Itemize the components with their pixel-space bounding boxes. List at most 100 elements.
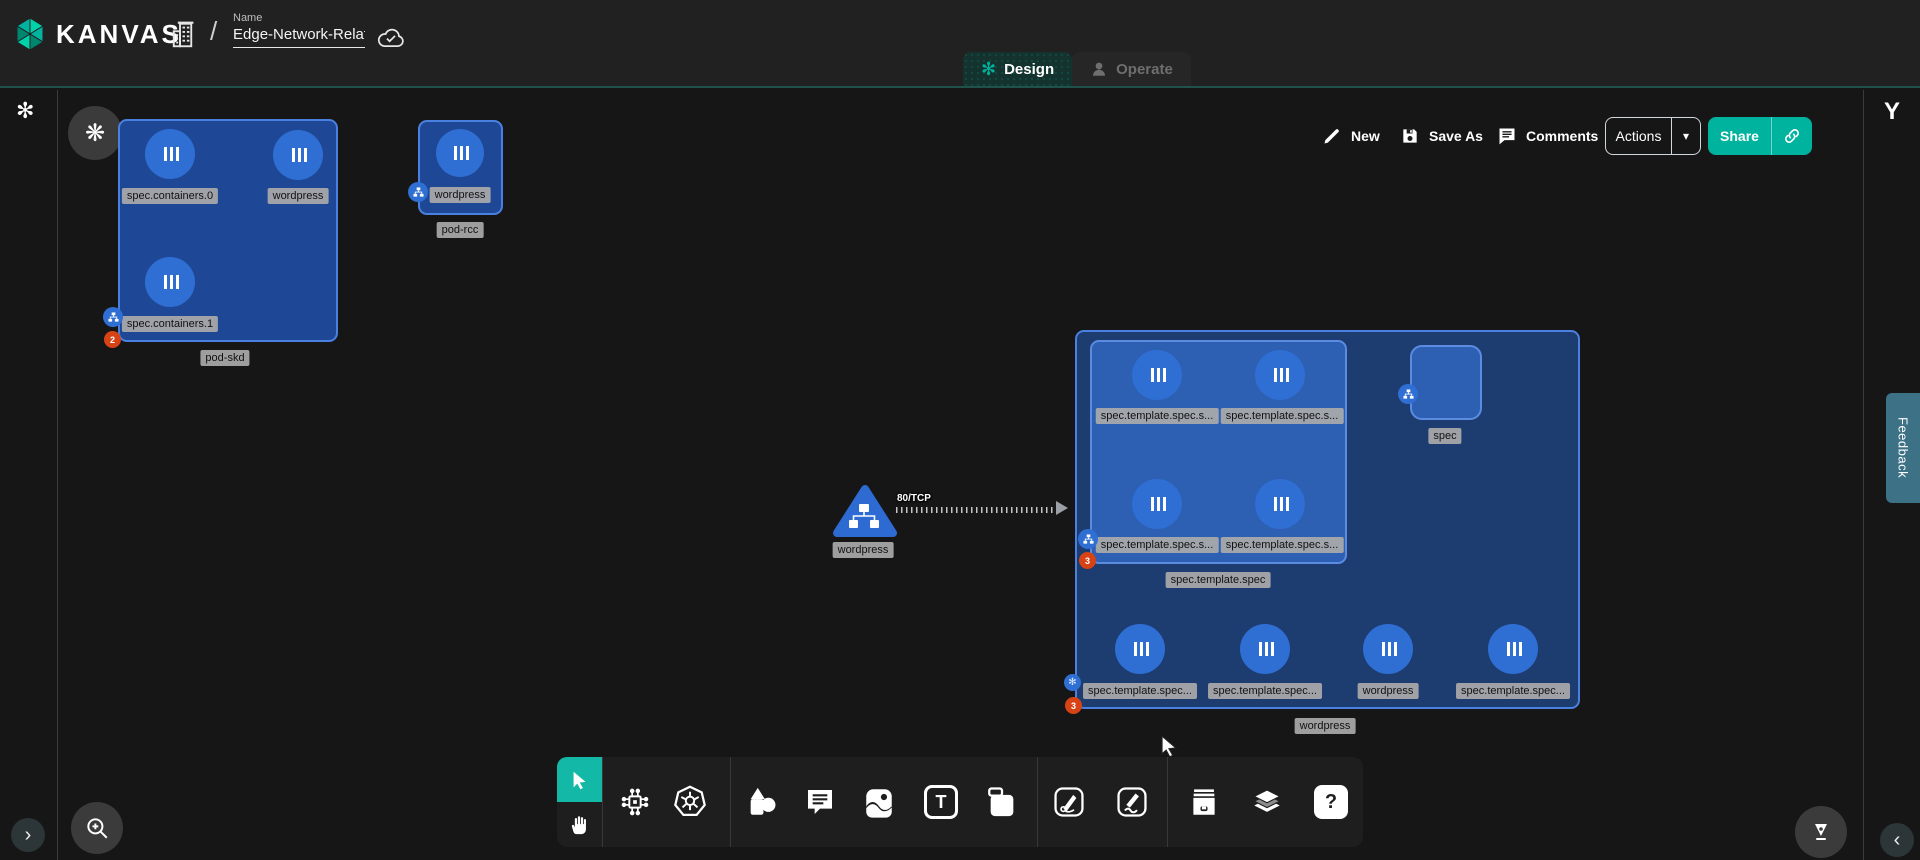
- group-label-spec-template-spec: spec.template.spec: [1166, 572, 1271, 588]
- pencil-scribble-icon: [1115, 785, 1149, 819]
- node-bottom-container-3[interactable]: [1488, 624, 1538, 674]
- node-container-spec-containers-1[interactable]: [145, 257, 195, 307]
- pencil-icon: [1322, 126, 1342, 146]
- node-container-wordpress-1[interactable]: [273, 130, 323, 180]
- layer-flow-icon[interactable]: Y: [1884, 98, 1900, 126]
- feedback-tab[interactable]: Feedback: [1886, 393, 1920, 503]
- left-panel-divider: [57, 90, 58, 860]
- link-icon: [1782, 126, 1802, 146]
- save-as-button[interactable]: Save As: [1400, 117, 1483, 155]
- relationship-badge[interactable]: [1398, 384, 1418, 404]
- workspace-icon[interactable]: [170, 20, 200, 50]
- pan-tool-button[interactable]: [557, 802, 602, 847]
- container-icon: [157, 272, 184, 292]
- name-field-label: Name: [233, 12, 365, 24]
- help-tool-button[interactable]: ?: [1309, 780, 1353, 824]
- expand-right-panel-button[interactable]: ‹: [1880, 823, 1914, 857]
- new-button[interactable]: New: [1322, 117, 1380, 155]
- node-container-spec-containers-0[interactable]: [145, 129, 195, 179]
- drawer-tool-button[interactable]: [1182, 780, 1226, 824]
- meshery-spiral-icon[interactable]: ✻: [16, 98, 34, 124]
- design-canvas[interactable]: ✻ Y ❋ › ‹ Feedback: [0, 90, 1920, 860]
- node-spec[interactable]: [1410, 345, 1482, 420]
- node-container-wordpress-rcc[interactable]: [436, 129, 484, 177]
- operate-tab-label: Operate: [1116, 61, 1173, 78]
- edge-service-to-deployment[interactable]: [896, 507, 1058, 513]
- shapes-tool-button[interactable]: [740, 780, 784, 824]
- group-spec-template-spec[interactable]: [1090, 340, 1347, 564]
- edge-arrowhead: [1056, 501, 1068, 515]
- error-count-badge[interactable]: 3: [1079, 552, 1096, 569]
- flower-icon: ❋: [85, 119, 105, 148]
- archive-drawer-icon: [1187, 785, 1221, 819]
- expand-left-panel-button[interactable]: ›: [11, 818, 45, 852]
- shapes-icon: [745, 785, 779, 819]
- node-label: wordpress: [268, 188, 329, 204]
- feedback-label: Feedback: [1896, 417, 1911, 478]
- chevron-left-icon: ‹: [1894, 829, 1901, 852]
- comments-button[interactable]: Comments: [1497, 117, 1598, 155]
- image-tool-button[interactable]: [857, 780, 901, 824]
- node-label: wordpress: [1358, 683, 1419, 699]
- relationship-badge[interactable]: [408, 182, 428, 202]
- node-bottom-container-0[interactable]: [1115, 624, 1165, 674]
- group-label-pod-skd: pod-skd: [200, 350, 249, 366]
- container-icon: [285, 145, 312, 165]
- tab-design[interactable]: ✻ Design: [963, 52, 1072, 86]
- node-template-container-1[interactable]: [1255, 350, 1305, 400]
- node-service-wordpress[interactable]: [832, 482, 898, 540]
- relationship-badge[interactable]: [103, 307, 123, 327]
- text-tool-button[interactable]: T: [919, 780, 963, 824]
- integrations-tool-button[interactable]: [613, 780, 657, 824]
- note-tool-button[interactable]: [980, 780, 1024, 824]
- node-label: spec.template.spec.s...: [1221, 537, 1344, 553]
- design-tab-label: Design: [1004, 61, 1054, 78]
- edge-pen-tool-button[interactable]: [1047, 780, 1091, 824]
- kanvas-logo[interactable]: KANVAS: [14, 16, 182, 52]
- tab-operate[interactable]: Operate: [1072, 52, 1191, 86]
- node-label: spec.template.spec...: [1208, 683, 1322, 699]
- freehand-draw-tool-button[interactable]: [1110, 780, 1154, 824]
- container-icon: [1144, 365, 1171, 385]
- relationship-badge[interactable]: [1078, 529, 1098, 549]
- select-tool-button[interactable]: [557, 757, 602, 802]
- node-bottom-container-1[interactable]: [1240, 624, 1290, 674]
- design-tab-icon: ✻: [981, 60, 996, 78]
- node-label: spec.template.spec...: [1083, 683, 1197, 699]
- hierarchy-icon: [413, 187, 424, 198]
- toolbar-divider: [1167, 757, 1168, 847]
- hierarchy-icon: [1083, 534, 1094, 545]
- node-bottom-container-wordpress[interactable]: [1363, 624, 1413, 674]
- kubernetes-tool-button[interactable]: [668, 780, 712, 824]
- pen-path-icon: [1052, 785, 1086, 819]
- layers-icon: [1250, 785, 1284, 819]
- kubernetes-flower-button[interactable]: ❋: [68, 106, 122, 160]
- actions-dropdown-button[interactable]: Actions ▾: [1605, 117, 1701, 155]
- copy-link-button[interactable]: [1772, 126, 1812, 146]
- node-template-container-3[interactable]: [1255, 479, 1305, 529]
- node-template-container-2[interactable]: [1132, 479, 1182, 529]
- chevron-right-icon: ›: [25, 824, 32, 847]
- comment-tool-button[interactable]: [798, 780, 842, 824]
- pen-mode-button[interactable]: [1795, 806, 1847, 858]
- magnifier-plus-icon: [84, 815, 110, 841]
- comment-icon: [1497, 126, 1517, 146]
- error-count-badge[interactable]: 3: [1065, 697, 1082, 714]
- mouse-cursor: [1158, 735, 1180, 759]
- actions-label: Actions: [1606, 128, 1671, 144]
- comments-label: Comments: [1526, 128, 1598, 144]
- help-icon: ?: [1314, 785, 1348, 819]
- layers-tool-button[interactable]: [1245, 780, 1289, 824]
- zoom-search-button[interactable]: [71, 802, 123, 854]
- right-panel-divider: [1863, 90, 1864, 860]
- deployment-badge[interactable]: ✻: [1064, 674, 1081, 691]
- breadcrumb-slash: /: [210, 16, 217, 47]
- share-button[interactable]: Share: [1708, 117, 1812, 155]
- mode-tabs: ✻ Design Operate: [963, 52, 1191, 86]
- actions-caret-icon[interactable]: ▾: [1672, 129, 1700, 143]
- hierarchy-icon: [108, 312, 119, 323]
- node-template-container-0[interactable]: [1132, 350, 1182, 400]
- design-name-input[interactable]: [233, 24, 365, 48]
- error-count-badge[interactable]: 2: [104, 331, 121, 348]
- container-icon: [1252, 639, 1279, 659]
